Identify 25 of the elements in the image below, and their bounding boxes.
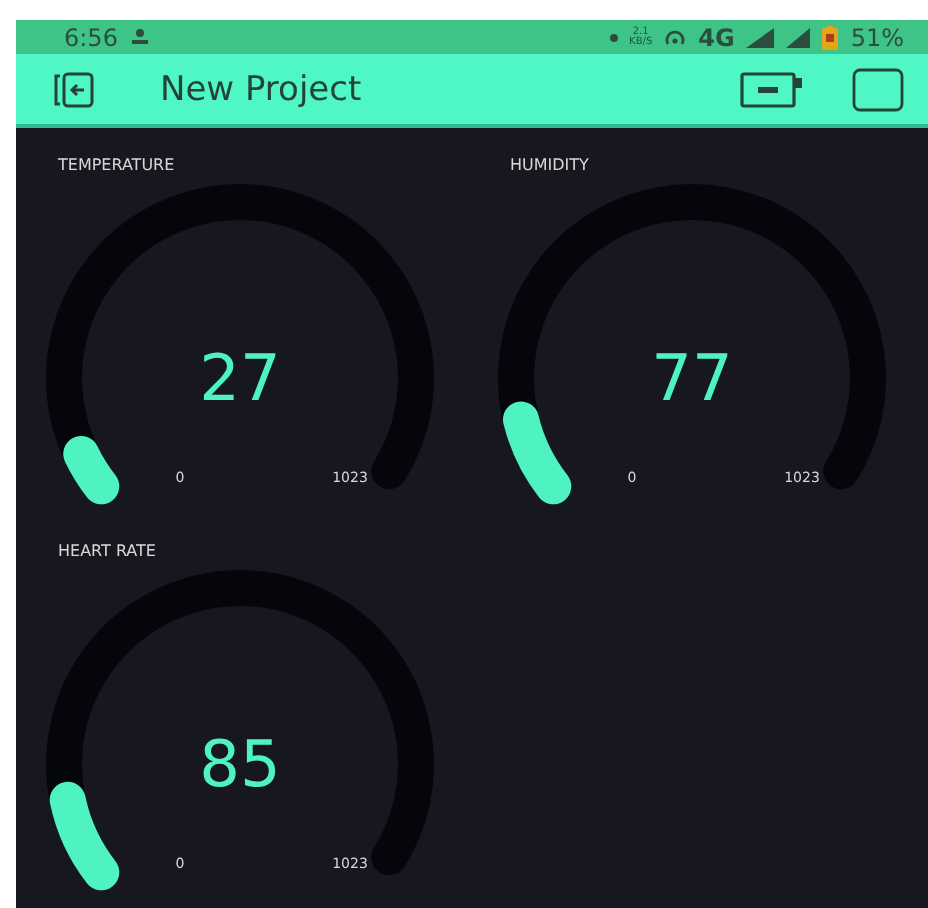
person-icon — [129, 28, 150, 47]
gauge-label: TEMPERATURE — [58, 156, 177, 174]
battery-icon — [822, 25, 839, 50]
clock-time: 6:56 — [64, 25, 118, 50]
gauge-value: 77 — [651, 340, 733, 416]
gauge-value: 27 — [199, 340, 281, 416]
hotspot-icon — [664, 29, 687, 46]
project-title: New Project — [160, 69, 362, 110]
battery-board-icon — [740, 71, 804, 108]
square-button[interactable] — [852, 67, 904, 112]
signal-icon — [786, 27, 811, 48]
gauge-fill — [49, 781, 120, 891]
device-button[interactable] — [740, 71, 804, 108]
battery-percent: 51% — [850, 25, 904, 50]
signal-icon — [746, 27, 775, 48]
gauge-fill — [502, 401, 572, 505]
back-button[interactable] — [52, 71, 96, 108]
gauge-value: 85 — [199, 726, 281, 802]
network-type: 4G — [698, 25, 735, 50]
gauge-label: HEART RATE — [58, 542, 158, 560]
square-icon — [852, 67, 904, 112]
dot-icon — [609, 33, 618, 42]
gauge-fill — [63, 435, 120, 505]
gauge-label: HUMIDITY — [510, 156, 591, 174]
exit-icon — [52, 71, 96, 108]
